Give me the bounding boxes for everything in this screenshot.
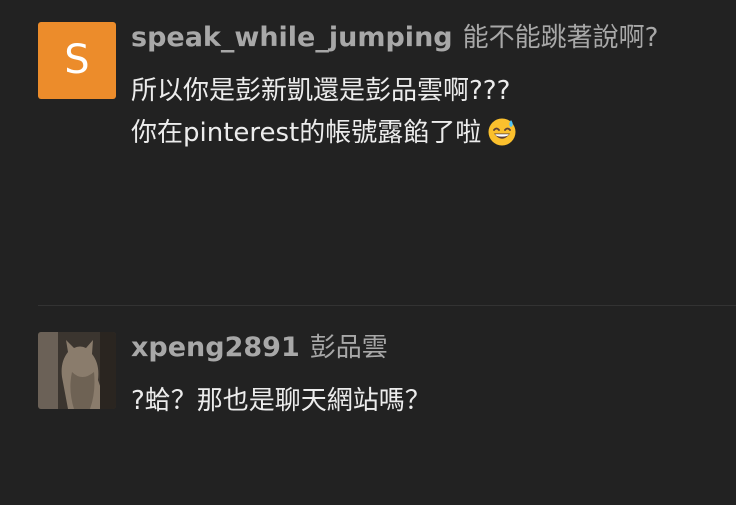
avatar-letter: S bbox=[64, 37, 90, 83]
cat-photo-icon bbox=[38, 332, 116, 409]
comment-line: 所以你是彭新凱還是彭品雲啊??? bbox=[131, 76, 511, 106]
comment-header: speak_while_jumping 能不能跳著說啊? bbox=[131, 22, 658, 57]
comment-divider bbox=[38, 305, 736, 306]
nickname: 彭品雲 bbox=[309, 333, 388, 363]
avatar[interactable] bbox=[38, 332, 116, 409]
comment-line: ?蛤？那也是聊天網站嗎？ bbox=[131, 386, 431, 416]
comment-body: ?蛤？那也是聊天網站嗎？ bbox=[131, 380, 431, 422]
username-link[interactable]: xpeng2891 bbox=[131, 332, 300, 363]
comment-header: xpeng2891 彭品雲 bbox=[131, 332, 388, 367]
avatar[interactable]: S bbox=[38, 22, 116, 99]
username-link[interactable]: speak_while_jumping bbox=[131, 22, 453, 53]
comment-line: 你在pinterest的帳號露餡了啦 bbox=[131, 118, 482, 148]
grinning-face-with-sweat-icon bbox=[487, 117, 517, 160]
comment-body: 所以你是彭新凱還是彭品雲啊??? 你在pinterest的帳號露餡了啦 bbox=[131, 70, 517, 160]
nickname: 能不能跳著說啊? bbox=[462, 23, 659, 53]
comment-line-with-emoji: 你在pinterest的帳號露餡了啦 bbox=[131, 112, 517, 160]
